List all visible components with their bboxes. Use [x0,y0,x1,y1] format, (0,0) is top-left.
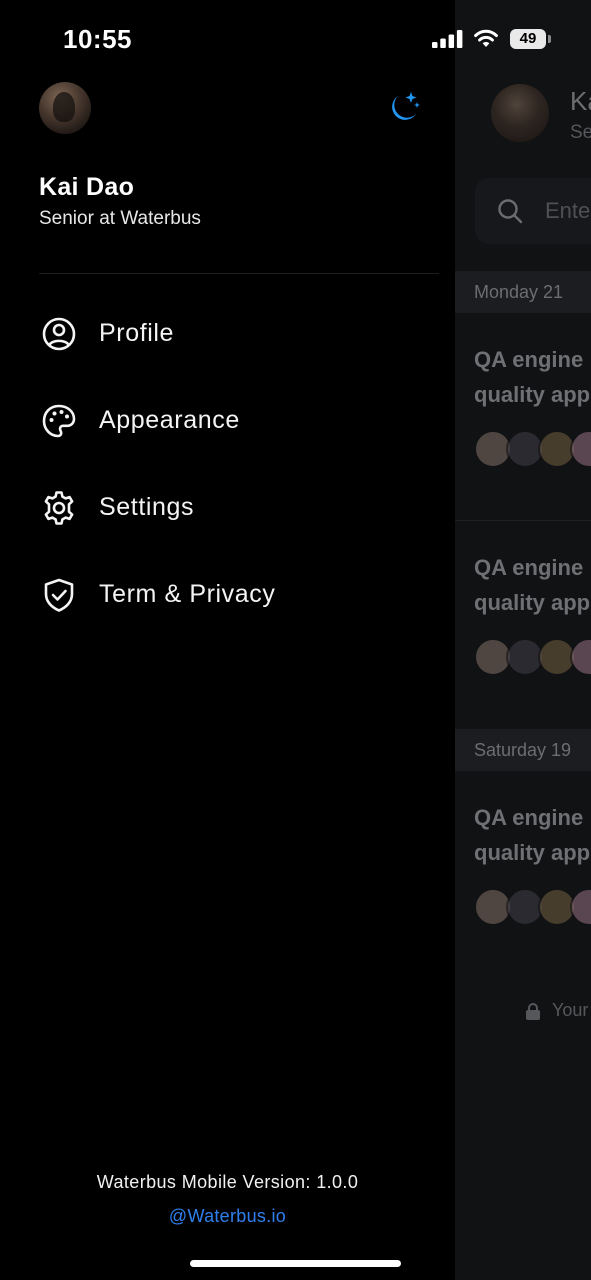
menu-item-label: Settings [99,493,195,521]
background-card-title-line2: quality app [474,840,591,865]
palette-icon [42,404,76,438]
menu-item-label: Profile [99,319,175,347]
menu-item-term-privacy[interactable]: Term & Privacy [39,567,419,623]
user-circle-icon [42,317,76,351]
background-date-header: Monday 21 [455,271,591,313]
shield-check-icon [44,578,74,612]
divider [39,273,439,274]
website-link[interactable]: @Waterbus.io [0,1206,455,1227]
participant-avatar [570,430,591,468]
user-role: Senior at Waterbus [39,208,201,229]
menu-item-label: Term & Privacy [99,580,276,608]
lock-icon [526,1003,540,1020]
side-drawer: Kai Dao Senior at Waterbus Profile Appea… [0,0,455,1280]
dark-mode-icon[interactable] [384,90,422,126]
background-search-placeholder: Ente [545,198,591,223]
background-user-name: Ka [570,86,591,116]
participant-avatar [570,638,591,676]
background-user-role: Se [570,122,591,143]
home-indicator[interactable] [190,1260,401,1267]
battery-tip [548,35,551,43]
avatar[interactable] [39,82,91,134]
menu-item-profile[interactable]: Profile [39,306,419,362]
background-separator [455,520,591,521]
status-time: 10:55 [63,24,132,54]
background-date-header: Saturday 19 [455,729,591,771]
background-card-title-line2: quality app [474,382,591,407]
background-search-field: Ente [475,178,591,244]
battery-icon: 49 [510,29,546,49]
menu-item-appearance[interactable]: Appearance [39,393,419,449]
background-card-title-line2: quality app [474,590,591,615]
search-icon [498,199,523,224]
background-footer-text: Your [552,1000,589,1020]
menu-item-label: Appearance [99,406,240,434]
participant-avatar [570,888,591,926]
menu-item-settings[interactable]: Settings [39,480,419,536]
background-card-title-line1: QA engine [474,805,584,830]
background-card-title-line1: QA engine [474,347,584,372]
background-screen: Ka Se Ente Monday 21 QA engine quality a… [455,0,591,1280]
cellular-signal-icon [432,30,463,48]
app-version-text: Waterbus Mobile Version: 1.0.0 [96,1172,359,1192]
background-card-title-line1: QA engine [474,555,584,580]
wifi-icon [474,29,498,47]
background-avatar [491,84,549,142]
gear-icon [44,491,74,525]
user-name: Kai Dao [39,173,135,201]
